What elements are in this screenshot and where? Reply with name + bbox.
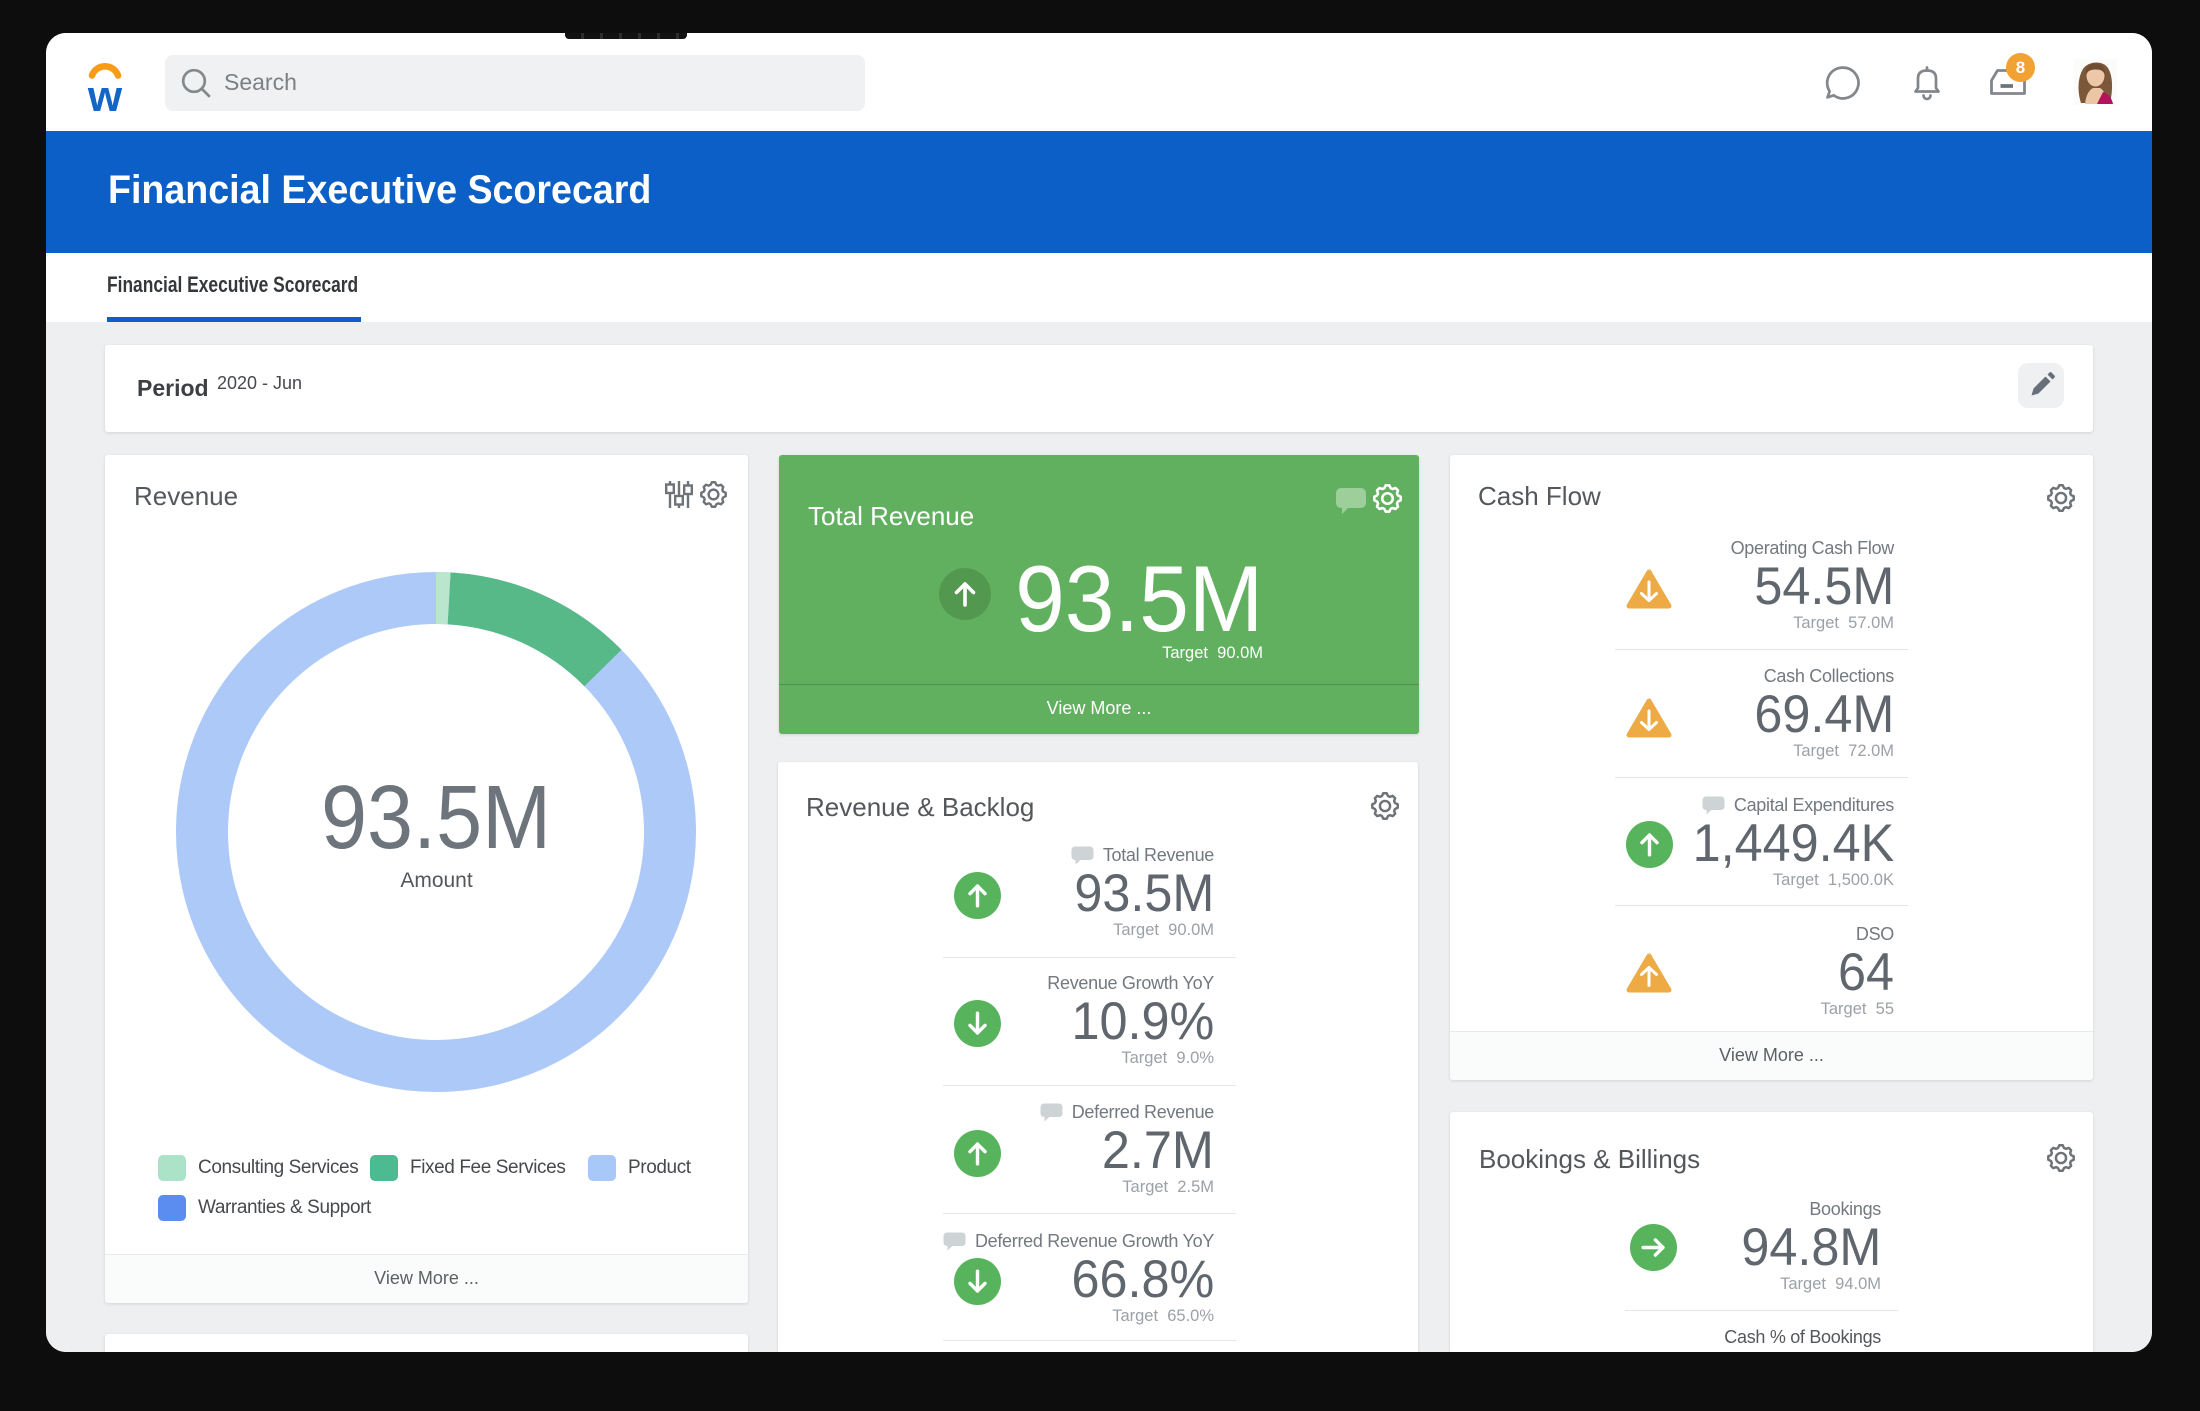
svg-text:w: w xyxy=(87,72,123,113)
